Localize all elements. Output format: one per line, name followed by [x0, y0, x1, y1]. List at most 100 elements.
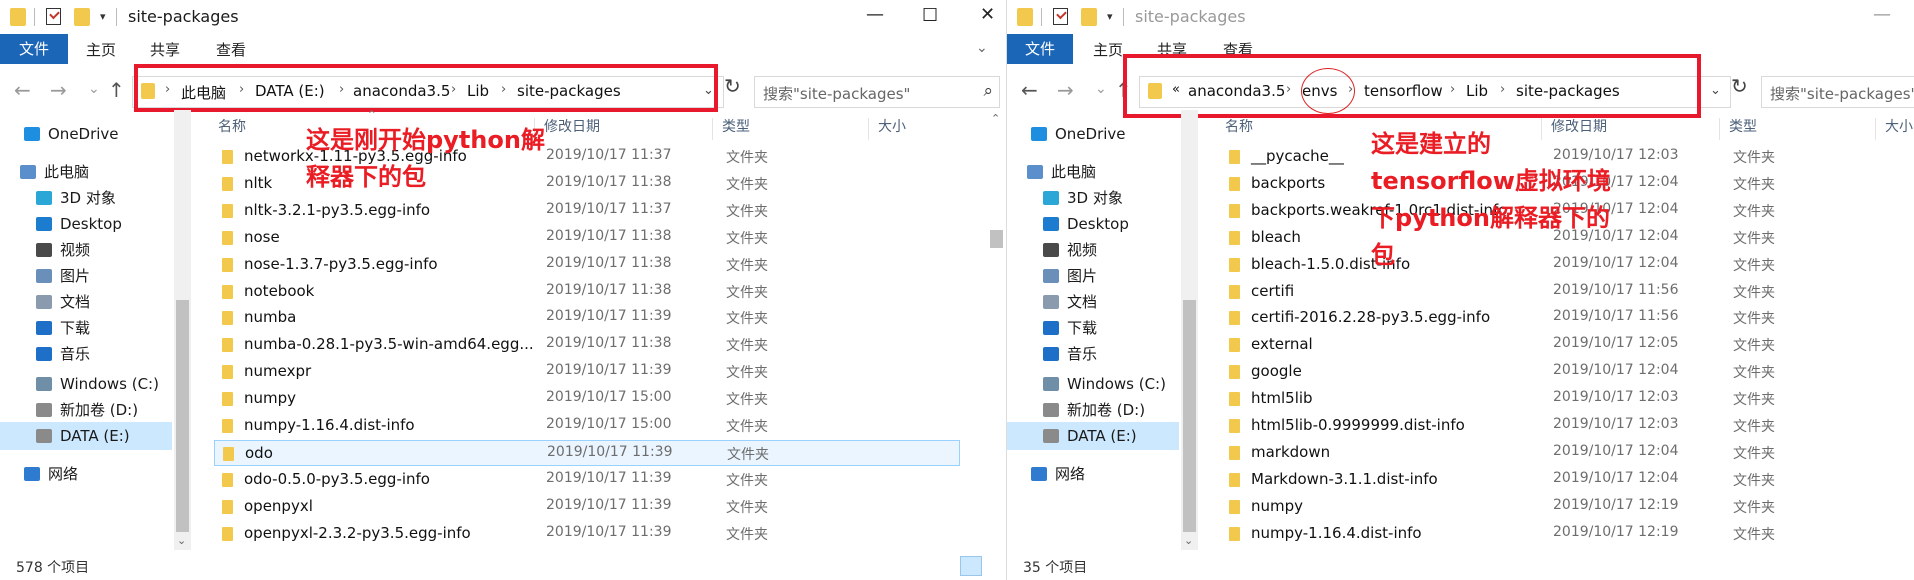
sidebar-item[interactable]: 图片: [1007, 262, 1179, 290]
sidebar-item[interactable]: 下载: [1007, 314, 1179, 342]
file-row[interactable]: certifi 2019/10/17 11:56 文件夹: [1221, 279, 1911, 305]
back-icon[interactable]: ←: [1021, 78, 1038, 102]
back-icon[interactable]: ←: [14, 78, 31, 102]
file-row[interactable]: numexpr 2019/10/17 11:39 文件夹: [214, 359, 960, 385]
file-row[interactable]: external 2019/10/17 12:05 文件夹: [1221, 332, 1911, 358]
new-folder-icon[interactable]: [1081, 8, 1097, 26]
file-type: 文件夹: [1733, 472, 1775, 489]
file-row[interactable]: odo 2019/10/17 11:39 文件夹: [214, 439, 960, 466]
file-row[interactable]: notebook 2019/10/17 11:38 文件夹: [214, 279, 960, 305]
up-icon[interactable]: ↑: [108, 78, 125, 102]
sidebar-item[interactable]: 视频: [0, 236, 172, 264]
column-size[interactable]: 大小: [878, 116, 906, 136]
folder-icon: [1229, 419, 1240, 433]
tab-file[interactable]: 文件: [1007, 34, 1073, 64]
column-size[interactable]: 大小: [1885, 116, 1913, 136]
scroll-down-icon[interactable]: ⌄: [177, 534, 186, 547]
sidebar-item[interactable]: 视频: [1007, 236, 1179, 264]
scrollbar-thumb[interactable]: [176, 300, 189, 532]
file-row[interactable]: markdown 2019/10/17 12:04 文件夹: [1221, 440, 1911, 466]
forward-icon[interactable]: →: [50, 78, 67, 102]
refresh-icon[interactable]: ↻: [724, 74, 741, 98]
search-input[interactable]: 搜索"site-packages": [1761, 76, 1914, 108]
file-row[interactable]: Markdown-3.1.1.dist-info 2019/10/17 12:04…: [1221, 467, 1911, 493]
sidebar-item[interactable]: OneDrive: [1007, 120, 1179, 148]
file-row[interactable]: google 2019/10/17 12:04 文件夹: [1221, 359, 1911, 385]
close-icon[interactable]: ✕: [980, 4, 995, 25]
new-folder-icon[interactable]: [74, 8, 90, 26]
file-row[interactable]: openpyxl 2019/10/17 11:39 文件夹: [214, 494, 960, 520]
sidebar-item[interactable]: Windows (C:): [0, 370, 172, 398]
sidebar-item[interactable]: 音乐: [0, 340, 172, 368]
sidebar-item[interactable]: 音乐: [1007, 340, 1179, 368]
sidebar-item[interactable]: 此电脑: [0, 158, 172, 186]
ribbon-expand-icon[interactable]: ⌄: [976, 40, 988, 56]
sidebar-item[interactable]: Desktop: [0, 210, 172, 238]
search-input[interactable]: 搜索"site-packages" ⌕: [754, 76, 1000, 108]
properties-icon[interactable]: [46, 8, 61, 25]
sidebar-item[interactable]: 3D 对象: [0, 184, 172, 212]
file-row[interactable]: numpy 2019/10/17 12:19 文件夹: [1221, 494, 1911, 520]
tab-home[interactable]: 主页: [86, 37, 116, 64]
chevron-down-icon[interactable]: ▾: [1107, 10, 1113, 23]
scrollbar-thumb[interactable]: [990, 230, 1003, 248]
file-row[interactable]: nltk-3.2.1-py3.5.egg-info 2019/10/17 11:3…: [214, 198, 960, 224]
tab-share[interactable]: 共享: [150, 37, 180, 64]
sidebar-item[interactable]: 此电脑: [1007, 158, 1179, 186]
sidebar-item[interactable]: 网络: [0, 460, 172, 488]
recent-chevron-icon[interactable]: ⌄: [88, 81, 100, 97]
column-type[interactable]: 类型: [1729, 116, 1757, 136]
large-icons-view-icon[interactable]: [984, 556, 1004, 574]
sidebar-item[interactable]: OneDrive: [0, 120, 172, 148]
sidebar-item[interactable]: 新加卷 (D:): [0, 396, 172, 424]
file-row[interactable]: nose-1.3.7-py3.5.egg-info 2019/10/17 11:3…: [214, 252, 960, 278]
file-row[interactable]: numba 2019/10/17 11:39 文件夹: [214, 305, 960, 331]
sidebar-item[interactable]: 3D 对象: [1007, 184, 1179, 212]
properties-icon[interactable]: [1053, 8, 1068, 25]
sidebar-item[interactable]: Windows (C:): [1007, 370, 1179, 398]
file-date: 2019/10/17 11:38: [546, 227, 672, 244]
refresh-icon[interactable]: ↻: [1731, 74, 1748, 98]
chevron-down-icon[interactable]: ⌄: [1710, 83, 1721, 98]
file-row[interactable]: nose 2019/10/17 11:38 文件夹: [214, 225, 960, 251]
tab-home[interactable]: 主页: [1093, 37, 1123, 64]
file-row[interactable]: numba-0.28.1-py3.5-win-amd64.egg... 2019/…: [214, 332, 960, 358]
file-row[interactable]: certifi-2016.2.28-py3.5.egg-info 2019/10/…: [1221, 305, 1911, 331]
column-type[interactable]: 类型: [722, 116, 750, 136]
sidebar-item[interactable]: DATA (E:): [0, 422, 172, 450]
folder-icon: [222, 257, 233, 272]
file-list-scrollbar[interactable]: ⌃: [988, 110, 1005, 550]
file-row[interactable]: numpy 2019/10/17 15:00 文件夹: [214, 386, 960, 412]
sidebar-item[interactable]: 网络: [1007, 460, 1179, 488]
file-row[interactable]: odo-0.5.0-py3.5.egg-info 2019/10/17 11:39…: [214, 467, 960, 493]
sidebar-item[interactable]: 新加卷 (D:): [1007, 396, 1179, 424]
minimize-icon[interactable]: —: [866, 4, 884, 25]
navigation-scrollbar[interactable]: ⌄: [1181, 110, 1198, 550]
recent-chevron-icon[interactable]: ⌄: [1095, 81, 1107, 97]
file-row[interactable]: openpyxl-2.3.2-py3.5.egg-info 2019/10/17 …: [214, 521, 960, 547]
tab-view[interactable]: 查看: [216, 37, 246, 64]
sidebar-item[interactable]: 文档: [1007, 288, 1179, 316]
column-name[interactable]: 名称: [218, 116, 246, 136]
column-date[interactable]: 修改日期: [544, 116, 600, 136]
details-view-icon[interactable]: [960, 556, 982, 576]
sidebar-item[interactable]: 下载: [0, 314, 172, 342]
tab-file[interactable]: 文件: [0, 34, 68, 64]
scroll-up-icon[interactable]: ⌃: [991, 112, 1000, 125]
scroll-down-icon[interactable]: ⌄: [1184, 534, 1193, 547]
chevron-down-icon[interactable]: ▾: [100, 10, 106, 23]
minimize-icon[interactable]: —: [1873, 4, 1891, 25]
column-name[interactable]: 名称: [1225, 116, 1253, 136]
file-row[interactable]: html5lib-0.9999999.dist-info 2019/10/17 1…: [1221, 413, 1911, 439]
file-row[interactable]: numpy-1.16.4.dist-info 2019/10/17 12:19 文件…: [1221, 521, 1911, 547]
maximize-icon[interactable]: ☐: [922, 5, 938, 26]
sidebar-item[interactable]: Desktop: [1007, 210, 1179, 238]
scrollbar-thumb[interactable]: [1183, 300, 1196, 532]
file-row[interactable]: html5lib 2019/10/17 12:03 文件夹: [1221, 386, 1911, 412]
forward-icon[interactable]: →: [1057, 78, 1074, 102]
file-row[interactable]: numpy-1.16.4.dist-info 2019/10/17 15:00 文件…: [214, 413, 960, 439]
sidebar-item[interactable]: 图片: [0, 262, 172, 290]
sidebar-item[interactable]: 文档: [0, 288, 172, 316]
navigation-scrollbar[interactable]: ⌄: [174, 110, 191, 550]
sidebar-item[interactable]: DATA (E:): [1007, 422, 1179, 450]
